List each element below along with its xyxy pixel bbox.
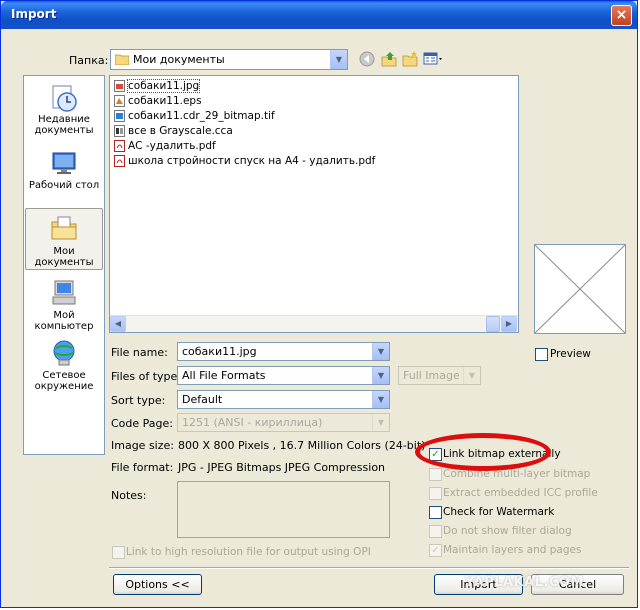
window-title: Import xyxy=(11,7,57,21)
title-bar[interactable]: Import × xyxy=(1,1,637,29)
files-of-type-value: All File Formats xyxy=(182,369,266,382)
list-item[interactable]: АС -удалить.pdf xyxy=(114,140,216,155)
place-label: документы xyxy=(34,125,94,136)
jpg-file-icon xyxy=(114,80,125,92)
import-mode-combo[interactable]: Full Image ▼ xyxy=(398,366,481,385)
combine-multi-layer-bitmap-checkbox[interactable] xyxy=(429,468,442,481)
sort-type-label: Sort type: xyxy=(111,394,166,407)
scroll-left-icon[interactable]: ◀ xyxy=(110,316,126,332)
import-dialog: Import × Папка: Мои документы ▼ Недавние… xyxy=(0,0,638,608)
file-name-label: File name: xyxy=(111,346,168,359)
preview-label: Preview xyxy=(550,348,591,360)
chevron-down-icon[interactable]: ▼ xyxy=(372,367,389,384)
folder-icon xyxy=(114,53,130,66)
recent-documents-icon xyxy=(49,82,79,112)
link-high-res-checkbox[interactable] xyxy=(112,546,125,559)
place-label: Мой компьютер xyxy=(34,310,94,332)
scroll-right-icon[interactable]: ▶ xyxy=(501,316,517,332)
import-mode-value: Full Image xyxy=(403,369,460,382)
cca-file-icon xyxy=(114,125,125,137)
chevron-down-icon: ▼ xyxy=(463,367,480,384)
do-not-show-filter-dialog-checkbox[interactable] xyxy=(429,525,442,538)
eps-file-icon xyxy=(114,95,125,107)
places-bar: Недавние документы Рабочий стол Мои доку… xyxy=(23,75,105,455)
my-computer-icon xyxy=(49,278,79,308)
pdf-file-icon xyxy=(114,155,125,167)
check-for-watermark-label: Check for Watermark xyxy=(443,506,555,518)
highlight-ellipse xyxy=(415,433,551,471)
place-my-computer[interactable]: Мой компьютер xyxy=(25,278,103,332)
place-label: Мои документы xyxy=(34,246,94,268)
chevron-down-icon[interactable]: ▼ xyxy=(372,343,389,360)
close-button[interactable]: × xyxy=(611,5,632,26)
check-for-watermark-checkbox[interactable] xyxy=(429,506,442,519)
file-format-value: JPG - JPEG Bitmaps JPEG Compression xyxy=(178,461,386,474)
new-folder-icon[interactable] xyxy=(402,51,418,67)
file-name: собаки11.cdr_29_bitmap.tif xyxy=(128,110,275,122)
folder-value: Мои документы xyxy=(133,53,225,66)
file-name-value: собаки11.jpg xyxy=(182,345,257,358)
maintain-layers-checkbox[interactable]: ✓ xyxy=(429,544,442,557)
image-size-value: 800 X 800 Pixels , 16.7 Million Colors (… xyxy=(178,439,426,452)
tif-file-icon xyxy=(114,110,125,122)
my-documents-icon xyxy=(49,213,79,243)
extract-icc-profile-checkbox[interactable] xyxy=(429,487,442,500)
extract-icc-profile-label: Extract embedded ICC profile xyxy=(443,487,598,499)
desktop-icon xyxy=(49,148,79,178)
chevron-down-icon: ▼ xyxy=(372,414,389,431)
list-item[interactable]: собаки11.jpg xyxy=(114,79,201,95)
preview-thumbnail xyxy=(534,244,626,334)
code-page-combo[interactable]: 1251 (ANSI - кириллица) ▼ xyxy=(177,413,390,432)
sort-type-value: Default xyxy=(182,393,223,406)
sort-type-combo[interactable]: Default ▼ xyxy=(177,390,390,409)
list-item[interactable]: школа стройности спуск на А4 - удалить.p… xyxy=(114,155,375,170)
chevron-down-icon[interactable]: ▼ xyxy=(330,50,347,69)
view-menu-icon[interactable] xyxy=(423,51,445,67)
files-of-type-combo[interactable]: All File Formats ▼ xyxy=(177,366,390,385)
maintain-layers-label: Maintain layers and pages xyxy=(443,544,582,556)
file-name: все в Grayscale.cca xyxy=(128,125,233,137)
place-desktop[interactable]: Рабочий стол xyxy=(25,148,103,196)
back-icon[interactable] xyxy=(359,51,375,67)
list-item[interactable]: все в Grayscale.cca xyxy=(114,125,233,140)
file-name-combo[interactable]: собаки11.jpg ▼ xyxy=(177,342,390,361)
place-label: Сетевое xyxy=(42,370,86,381)
list-item[interactable]: собаки11.eps xyxy=(114,95,202,110)
file-name: собаки11.eps xyxy=(128,95,202,107)
place-network[interactable]: Сетевое окружение xyxy=(25,338,103,396)
folder-label: Папка: xyxy=(69,54,109,67)
file-format-label: File format: xyxy=(111,461,174,474)
horizontal-scrollbar[interactable]: ◀ ▶ xyxy=(110,315,518,332)
scroll-thumb[interactable] xyxy=(486,316,500,332)
file-name: собаки11.jpg xyxy=(126,79,201,93)
files-of-type-label: Files of type: xyxy=(111,370,182,383)
network-icon xyxy=(49,338,79,368)
file-list[interactable]: собаки11.jpg собаки11.eps собаки11.cdr_2… xyxy=(109,75,519,333)
options-button[interactable]: Options << xyxy=(113,574,202,595)
list-item[interactable]: собаки11.cdr_29_bitmap.tif xyxy=(114,110,275,125)
place-label: Недавние xyxy=(38,114,90,125)
place-label: Рабочий стол xyxy=(28,180,100,191)
notes-field xyxy=(177,481,390,538)
code-page-value: 1251 (ANSI - кириллица) xyxy=(182,416,323,429)
separator xyxy=(109,567,629,569)
chevron-down-icon[interactable]: ▼ xyxy=(372,391,389,408)
file-name: АС -удалить.pdf xyxy=(128,140,216,152)
code-page-label: Code Page: xyxy=(111,417,173,430)
watermark-text: YAPLAKAL.COM xyxy=(465,575,584,590)
place-recent-documents[interactable]: Недавние документы xyxy=(25,82,103,140)
up-folder-icon[interactable] xyxy=(381,51,397,67)
folder-combo[interactable]: Мои документы ▼ xyxy=(110,49,348,70)
place-my-documents[interactable]: Мои документы xyxy=(25,208,103,270)
file-name: школа стройности спуск на А4 - удалить.p… xyxy=(128,155,376,167)
link-high-res-label: Link to high resolution file for output … xyxy=(126,546,371,558)
image-size-label: Image size: xyxy=(111,439,174,452)
place-label: окружение xyxy=(34,381,94,392)
preview-checkbox[interactable] xyxy=(535,348,548,361)
notes-label: Notes: xyxy=(111,489,147,502)
pdf-file-icon xyxy=(114,140,125,152)
do-not-show-filter-dialog-label: Do not show filter dialog xyxy=(443,525,572,537)
